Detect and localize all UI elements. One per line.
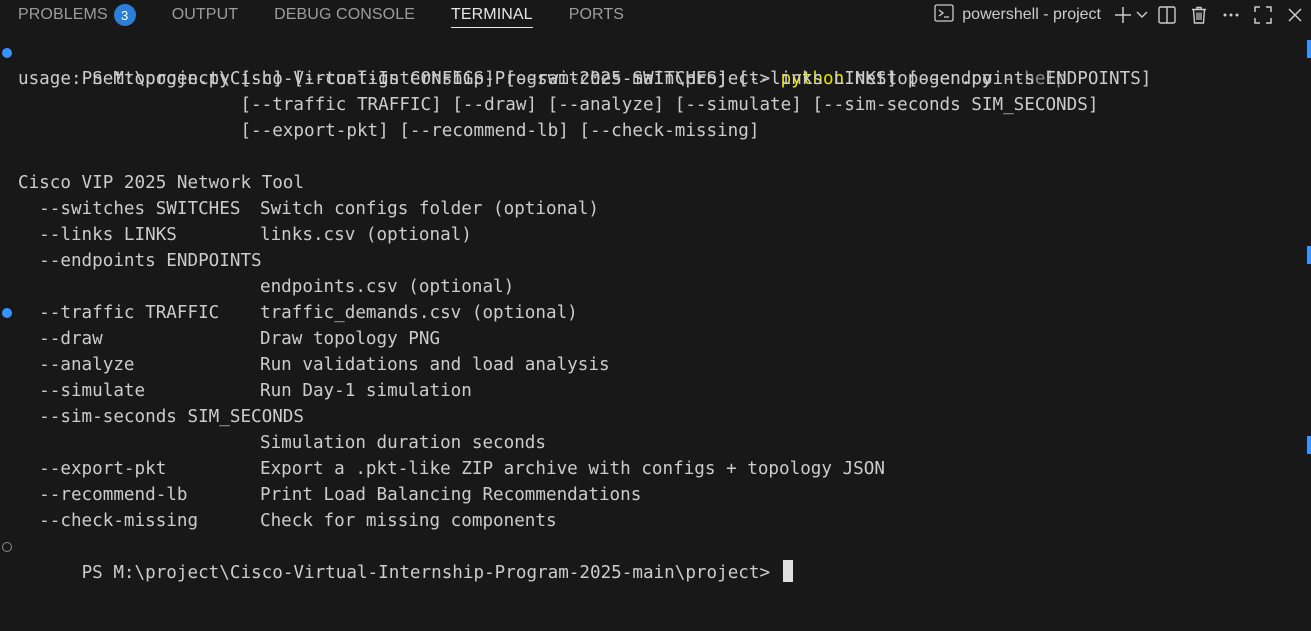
- option-flag: --endpoints ENDPOINTS: [18, 251, 262, 271]
- panel-actions: powershell - project: [928, 0, 1311, 30]
- option-line: --analyze Run validations and load analys…: [0, 352, 1300, 378]
- tab-label: DEBUG CONSOLE: [274, 6, 415, 23]
- option-line: --export-pkt Export a .pkt-like ZIP archi…: [0, 456, 1300, 482]
- launch-profile-chevron-icon[interactable]: [1133, 0, 1151, 30]
- command-success-decoration[interactable]: [2, 308, 12, 318]
- option-help: Run validations and load analysis: [260, 355, 610, 375]
- option-help: Print Load Balancing Recommendations: [260, 485, 642, 505]
- usage-line: [--traffic TRAFFIC] [--draw] [--analyze]…: [18, 95, 1099, 115]
- option-help: Export a .pkt-like ZIP archive with conf…: [260, 459, 885, 479]
- option-line: --endpoints ENDPOINTS: [0, 248, 1300, 274]
- tab-problems[interactable]: PROBLEMS 3: [0, 0, 154, 30]
- option-flag: --switches SWITCHES: [18, 199, 241, 219]
- option-flag: --check-missing: [18, 511, 199, 531]
- option-line: --switches SWITCHES Switch configs folder…: [0, 196, 1300, 222]
- more-actions-icon[interactable]: [1215, 0, 1247, 30]
- problems-count-badge: 3: [113, 4, 136, 26]
- usage-line: [--export-pkt] [--recommend-lb] [--check…: [18, 121, 760, 141]
- tab-label: OUTPUT: [171, 6, 239, 23]
- kill-terminal-icon[interactable]: [1183, 0, 1215, 30]
- terminal-output[interactable]: PS M:\project\Cisco-Virtual-Internship-P…: [0, 40, 1300, 631]
- option-line: --recommend-lb Print Load Balancing Recom…: [0, 482, 1300, 508]
- option-flag: --export-pkt: [18, 459, 167, 479]
- tab-ports[interactable]: PORTS: [551, 0, 642, 30]
- option-help: links.csv (optional): [260, 225, 472, 245]
- scrollbar-marker: [1307, 436, 1311, 454]
- description-line: Cisco VIP 2025 Network Tool: [18, 173, 304, 193]
- prompt-text: PS M:\project\Cisco-Virtual-Internship-P…: [81, 563, 781, 583]
- prompt-line: PS M:\project\Cisco-Virtual-Internship-P…: [0, 40, 1300, 89]
- option-flag: --links LINKS: [18, 225, 177, 245]
- tab-output[interactable]: OUTPUT: [154, 0, 256, 30]
- terminal-cursor: [782, 560, 793, 582]
- tab-label: TERMINAL: [450, 6, 533, 23]
- option-flag: --recommend-lb: [18, 485, 188, 505]
- usage-line: usage: nettopogen.py [-h] [--configs CON…: [18, 69, 1152, 89]
- option-line: --simulate Run Day-1 simulation: [0, 378, 1300, 404]
- tab-debug-console[interactable]: DEBUG CONSOLE: [256, 0, 433, 30]
- option-line: --traffic TRAFFIC traffic_demands.csv (op…: [0, 300, 1300, 326]
- split-terminal-icon[interactable]: [1151, 0, 1183, 30]
- scrollbar-marker: [1307, 246, 1311, 264]
- option-flag: --sim-seconds SIM_SECONDS: [18, 407, 304, 427]
- close-panel-icon[interactable]: [1279, 0, 1311, 30]
- tab-terminal[interactable]: TERMINAL: [433, 0, 551, 30]
- option-line: --draw Draw topology PNG: [0, 326, 1300, 352]
- tab-label: PROBLEMS: [18, 6, 108, 23]
- command-success-decoration[interactable]: [2, 48, 12, 58]
- option-line: --sim-seconds SIM_SECONDS: [0, 404, 1300, 430]
- terminal-selector-label: powershell - project: [962, 6, 1101, 23]
- option-line: --links LINKS links.csv (optional): [0, 222, 1300, 248]
- panel-tab-bar: PROBLEMS 3 OUTPUT DEBUG CONSOLE TERMINAL…: [0, 0, 1311, 30]
- option-help: traffic_demands.csv (optional): [260, 303, 578, 323]
- option-help: Switch configs folder (optional): [260, 199, 599, 219]
- option-help: Draw topology PNG: [260, 329, 441, 349]
- tab-label: PORTS: [568, 6, 625, 23]
- option-flag: --traffic TRAFFIC: [18, 303, 220, 323]
- option-help: Run Day-1 simulation: [260, 381, 472, 401]
- option-help: Check for missing components: [260, 511, 557, 531]
- option-help: Simulation duration seconds: [260, 433, 546, 453]
- option-flag: --draw: [18, 329, 103, 349]
- option-line: endpoints.csv (optional): [0, 274, 1300, 300]
- terminal-panel: PROBLEMS 3 OUTPUT DEBUG CONSOLE TERMINAL…: [0, 0, 1311, 631]
- terminal-powershell-icon: [934, 3, 954, 27]
- scrollbar-marker: [1307, 40, 1311, 58]
- maximize-panel-icon[interactable]: [1247, 0, 1279, 30]
- option-line: Simulation duration seconds: [0, 430, 1300, 456]
- option-help: endpoints.csv (optional): [260, 277, 515, 297]
- prompt-line: PS M:\project\Cisco-Virtual-Internship-P…: [0, 534, 1300, 583]
- command-pending-decoration[interactable]: [2, 542, 12, 552]
- option-flag: --simulate: [18, 381, 146, 401]
- terminal-selector[interactable]: powershell - project: [928, 0, 1107, 30]
- terminal-scrollbar[interactable]: [1307, 40, 1311, 631]
- option-flag: --analyze: [18, 355, 135, 375]
- option-line: --check-missing Check for missing compone…: [0, 508, 1300, 534]
